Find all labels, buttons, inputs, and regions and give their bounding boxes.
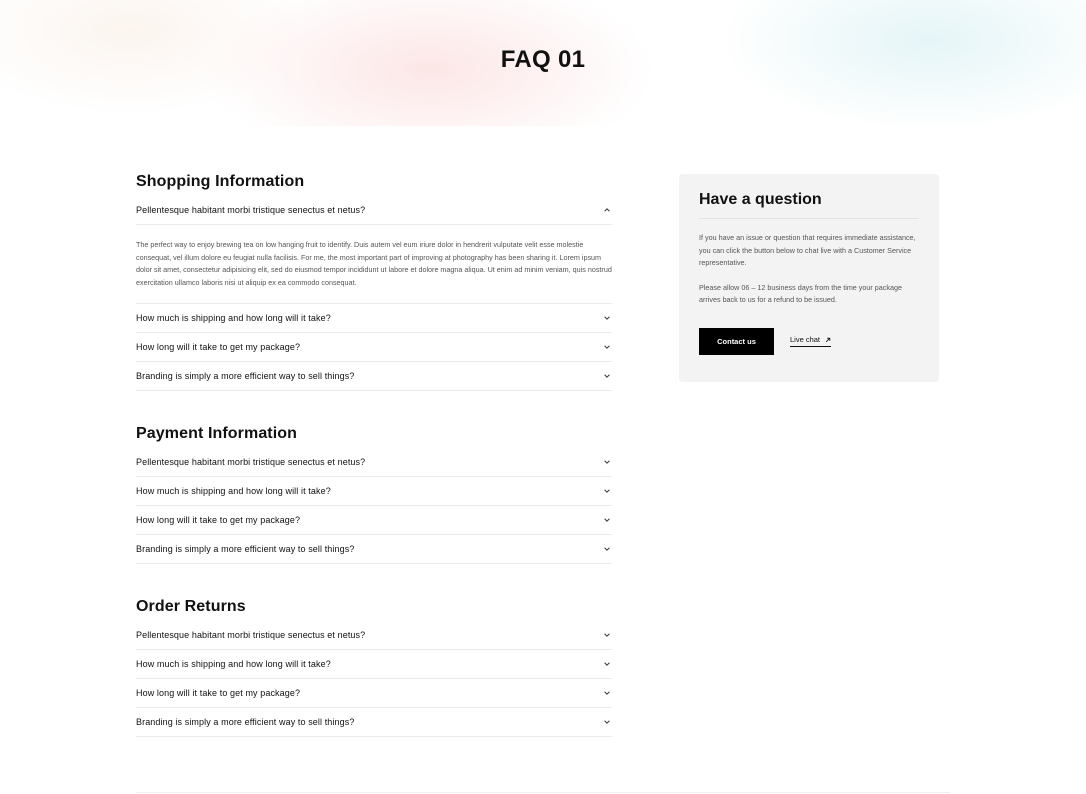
faq-question-toggle[interactable]: How long will it take to get my package? [136,679,612,707]
faq-item: Pellentesque habitant morbi tristique se… [136,448,612,478]
faq-section-heading: Payment Information [136,425,298,443]
faq-item: Pellentesque habitant morbi tristique se… [136,621,612,651]
chevron-down-icon [602,313,612,323]
question-card-title: Have a question [699,191,822,208]
chevron-down-icon [602,457,612,467]
chevron-down-icon [602,659,612,669]
chevron-up-icon [602,205,612,215]
faq-section: Payment Information Pellentesque habitant… [136,424,612,565]
faq-question-text: How long will it take to get my package? [136,515,301,526]
faq-item: Branding is simply a more efficient way … [136,535,612,565]
chevron-down-icon [602,515,612,525]
chevron-down-icon [602,630,612,640]
faq-item: How long will it take to get my package? [136,679,612,709]
page-header: FAQ 01 [0,0,1086,126]
faq-question-text: How much is shipping and how long will i… [136,659,331,670]
faq-question-toggle[interactable]: Pellentesque habitant morbi tristique se… [136,196,612,224]
faq-question-toggle[interactable]: Pellentesque habitant morbi tristique se… [136,621,612,649]
faq-question-toggle[interactable]: How long will it take to get my package? [136,333,612,361]
faq-answer-text: The perfect way to enjoy brewing tea on … [136,224,612,303]
faq-question-toggle[interactable]: Pellentesque habitant morbi tristique se… [136,448,612,476]
faq-item: How long will it take to get my package? [136,506,612,536]
faq-item: Branding is simply a more efficient way … [136,708,612,738]
faq-question-text: Pellentesque habitant morbi tristique se… [136,457,366,468]
card-actions: Contact us Live chat [699,327,919,355]
faq-question-toggle[interactable]: How much is shipping and how long will i… [136,477,612,505]
faq-item: How much is shipping and how long will i… [136,304,612,334]
card-divider [699,218,919,219]
faq-question-toggle[interactable]: How long will it take to get my package? [136,506,612,534]
question-card-text: If you have an issue or question that re… [699,233,916,268]
faq-question-text: Pellentesque habitant morbi tristique se… [136,630,366,641]
faq-question-text: How long will it take to get my package? [136,688,301,699]
faq-item: How much is shipping and how long will i… [136,477,612,507]
faq-item: Branding is simply a more efficient way … [136,362,612,392]
faq-question-toggle[interactable]: How much is shipping and how long will i… [136,304,612,332]
live-chat-label: Live chat [790,335,821,345]
faq-question-text: Pellentesque habitant morbi tristique se… [136,205,366,215]
faq-item: Pellentesque habitant morbi tristique se… [136,196,612,305]
page-title: FAQ 01 [500,46,586,73]
refund-note-text: Please allow 06 – 12 business days from … [699,282,902,305]
live-chat-link[interactable]: Live chat [790,335,832,348]
faq-section: Shopping Information Pellentesque habitan… [136,172,612,392]
faq-question-text: How long will it take to get my package? [136,342,301,353]
faq-column: Shopping Information Pellentesque habitan… [136,172,612,738]
faq-question-text: Branding is simply a more efficient way … [136,371,355,382]
contact-us-button[interactable]: Contact us [699,327,774,355]
faq-section: Order Returns Pellentesque habitant morbi… [136,597,612,738]
faq-question-text: How much is shipping and how long will i… [136,313,331,324]
arrow-up-right-icon [825,337,831,343]
faq-question-toggle[interactable]: Branding is simply a more efficient way … [136,708,612,736]
faq-question-toggle[interactable]: How much is shipping and how long will i… [136,650,612,678]
faq-item: How long will it take to get my package? [136,333,612,363]
faq-question-text: Branding is simply a more efficient way … [136,544,355,555]
footer-divider [136,792,950,793]
faq-question-text: Branding is simply a more efficient way … [136,717,355,728]
faq-section-heading: Shopping Information [136,173,305,190]
chevron-down-icon [602,688,612,698]
faq-question-toggle[interactable]: Branding is simply a more efficient way … [136,362,612,390]
question-card: Have a question If you have an issue or … [679,174,939,382]
faq-question-toggle[interactable]: Branding is simply a more efficient way … [136,535,612,563]
faq-item: How much is shipping and how long will i… [136,650,612,680]
faq-question-text: How much is shipping and how long will i… [136,486,331,497]
chevron-down-icon [602,342,612,352]
chevron-down-icon [602,544,612,554]
chevron-down-icon [602,717,612,727]
chevron-down-icon [602,371,612,381]
faq-section-heading: Order Returns [136,598,246,616]
chevron-down-icon [602,486,612,496]
